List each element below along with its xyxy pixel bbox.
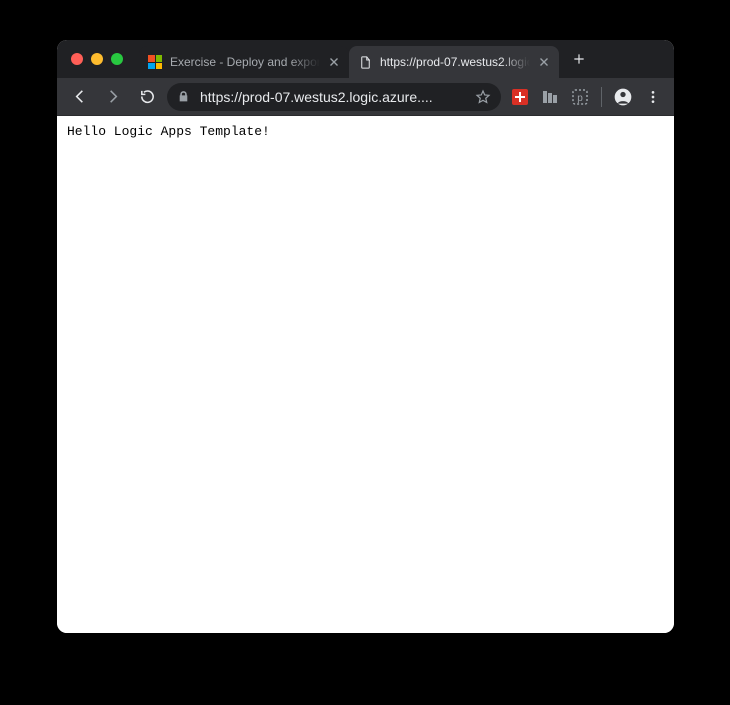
tab-prod07[interactable]: https://prod-07.westus2.logic.azure.com [349,46,559,78]
window-controls [67,53,129,65]
forward-button[interactable] [99,83,127,111]
toolbar: https://prod-07.westus2.logic.azure.... … [57,78,674,116]
svg-text:p: p [577,93,583,104]
profile-button[interactable] [610,84,636,110]
reload-button[interactable] [133,83,161,111]
page-favicon-icon [357,54,373,70]
back-button[interactable] [65,83,93,111]
new-tab-button[interactable] [565,45,593,73]
tab-strip: Exercise - Deploy and export a workflow … [139,40,674,78]
titlebar: Exercise - Deploy and export a workflow … [57,40,674,78]
page-content: Hello Logic Apps Template! [57,116,674,633]
address-bar[interactable]: https://prod-07.westus2.logic.azure.... [167,83,501,111]
extension-icon-2[interactable] [537,84,563,110]
minimize-window-button[interactable] [91,53,103,65]
tab-close-button[interactable] [327,55,341,69]
url-text: https://prod-07.westus2.logic.azure.... [200,89,465,105]
bookmark-star-icon[interactable] [475,89,491,105]
tab-title: https://prod-07.westus2.logic.azure.com [380,55,530,69]
extension-icon-1[interactable] [507,84,533,110]
page-body-text: Hello Logic Apps Template! [67,124,270,139]
tab-exercise[interactable]: Exercise - Deploy and export a workflow [139,46,349,78]
tab-title: Exercise - Deploy and export a workflow [170,55,320,69]
toolbar-actions: p [507,84,666,110]
microsoft-favicon-icon [147,54,163,70]
maximize-window-button[interactable] [111,53,123,65]
toolbar-divider [601,87,602,107]
tab-close-button[interactable] [537,55,551,69]
browser-window: Exercise - Deploy and export a workflow … [57,40,674,633]
menu-button[interactable] [640,84,666,110]
extension-icon-3[interactable]: p [567,84,593,110]
lock-icon [177,90,190,103]
close-window-button[interactable] [71,53,83,65]
